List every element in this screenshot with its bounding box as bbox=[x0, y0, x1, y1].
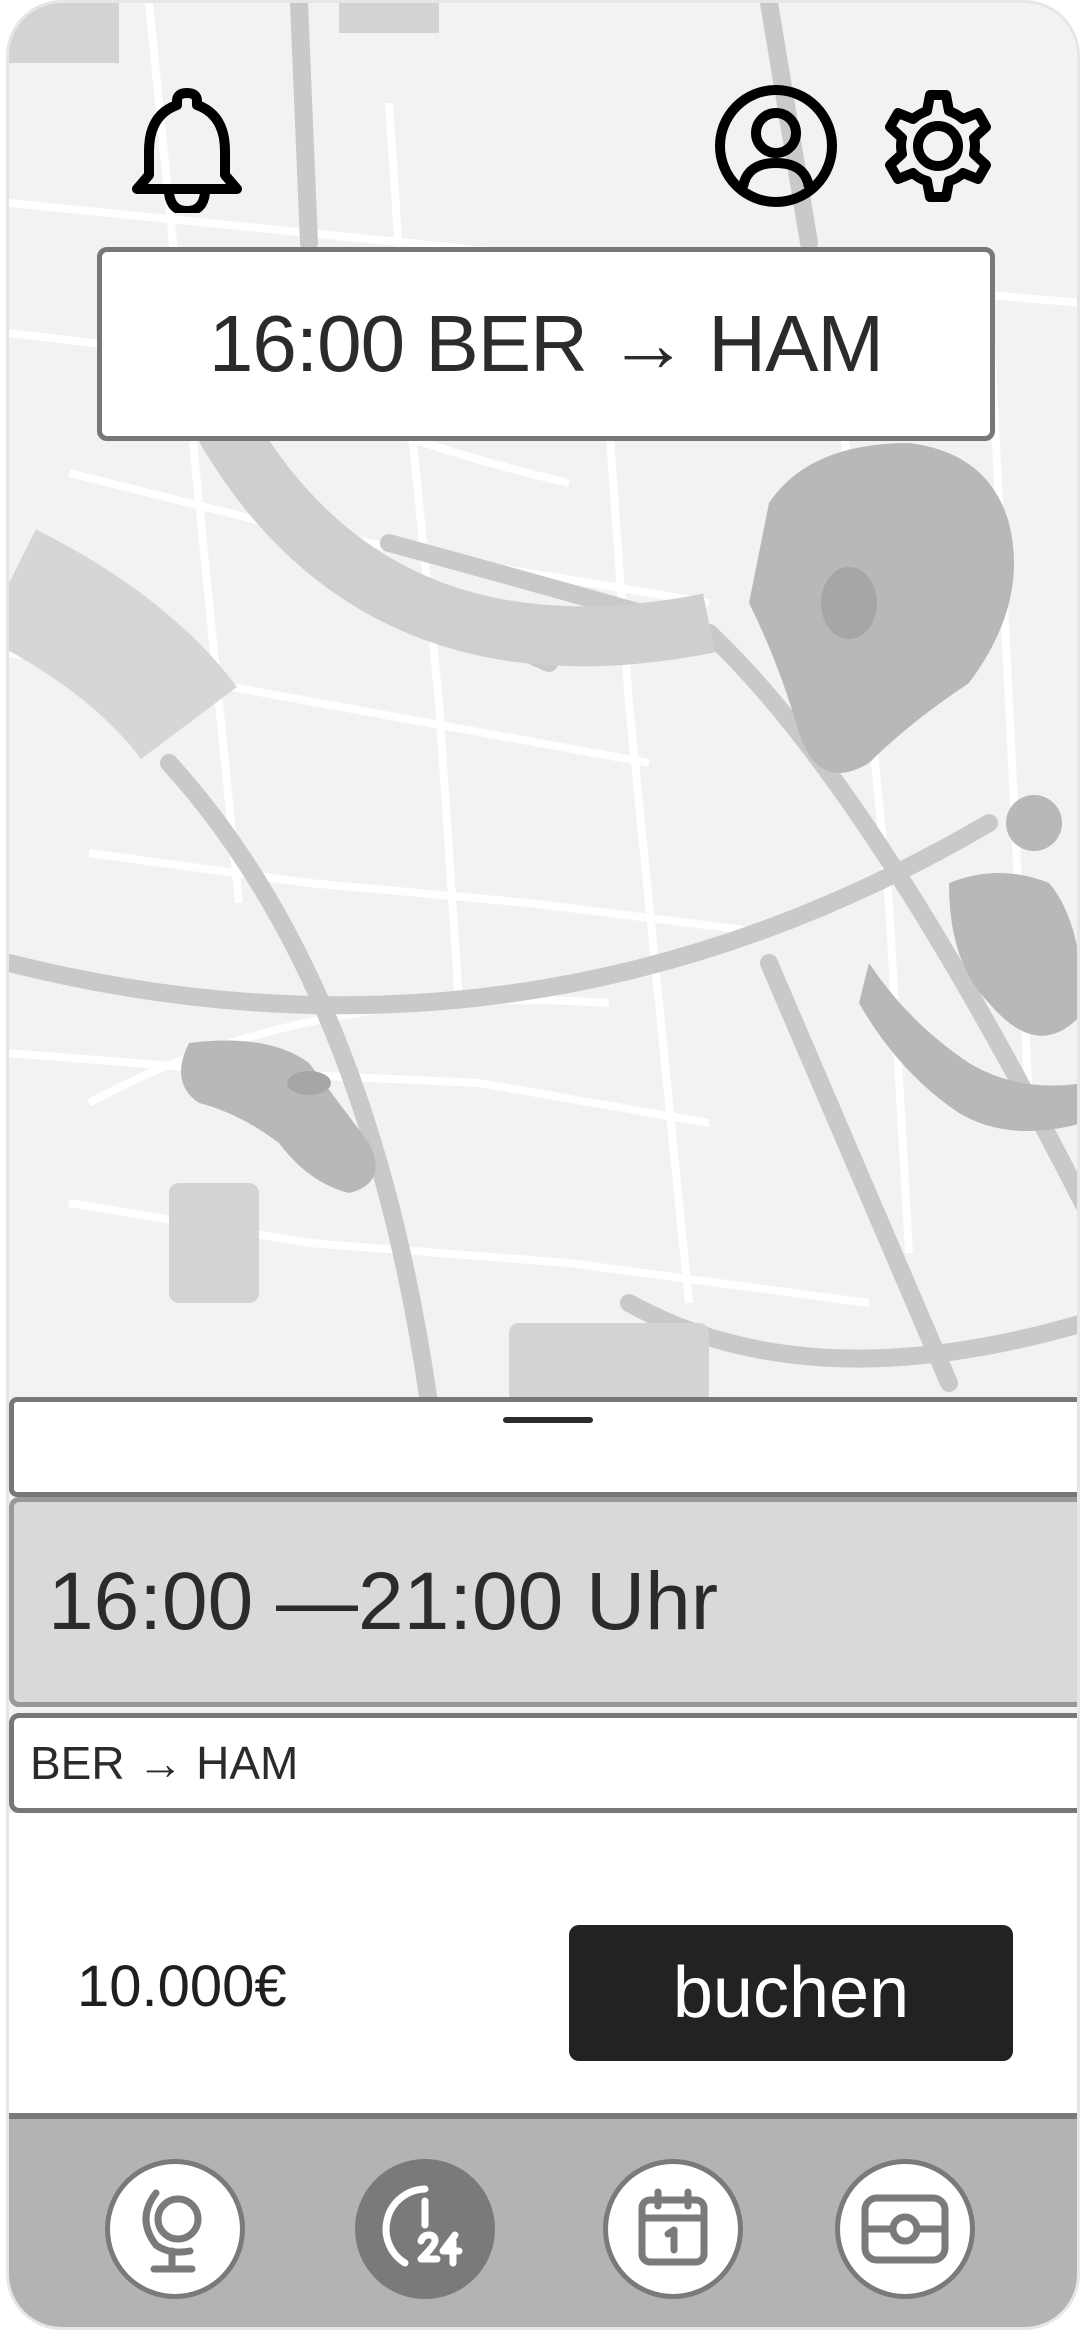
user-circle-icon bbox=[715, 85, 837, 207]
route-row[interactable]: BER → HAM bbox=[9, 1713, 1077, 1813]
nav-calendar-button[interactable] bbox=[603, 2159, 743, 2299]
phone-frame: 16:00 BER → HAM 16:00 —21:00 Uhr BER → H… bbox=[6, 0, 1080, 2330]
time-range-row[interactable]: 16:00 —21:00 Uhr bbox=[9, 1497, 1077, 1707]
route-title: 16:00 BER → HAM bbox=[208, 299, 884, 388]
gear-icon bbox=[885, 90, 991, 202]
book-button[interactable]: buchen bbox=[569, 1925, 1013, 2061]
notifications-button[interactable] bbox=[127, 83, 247, 217]
sheet-handle-bar[interactable] bbox=[9, 1397, 1077, 1497]
nav-24h-button[interactable] bbox=[355, 2159, 495, 2299]
globe-icon bbox=[142, 2189, 202, 2273]
nav-ticket-button[interactable] bbox=[835, 2159, 975, 2299]
bottom-nav bbox=[9, 2113, 1077, 2327]
bell-icon bbox=[132, 88, 242, 217]
route-header[interactable]: 16:00 BER → HAM bbox=[97, 247, 995, 441]
drag-handle[interactable] bbox=[503, 1417, 593, 1423]
route-label: BER → HAM bbox=[30, 1737, 299, 1789]
profile-button[interactable] bbox=[713, 83, 839, 209]
time-range: 16:00 —21:00 Uhr bbox=[48, 1556, 719, 1647]
nav-globe-button[interactable] bbox=[105, 2159, 245, 2299]
ticket-icon bbox=[861, 2194, 949, 2264]
calendar-icon bbox=[638, 2188, 708, 2266]
clock-24h-icon bbox=[382, 2185, 463, 2267]
book-button-label: buchen bbox=[672, 1953, 910, 2033]
settings-button[interactable] bbox=[875, 83, 1001, 209]
price-label: 10.000€ bbox=[77, 1954, 287, 2019]
